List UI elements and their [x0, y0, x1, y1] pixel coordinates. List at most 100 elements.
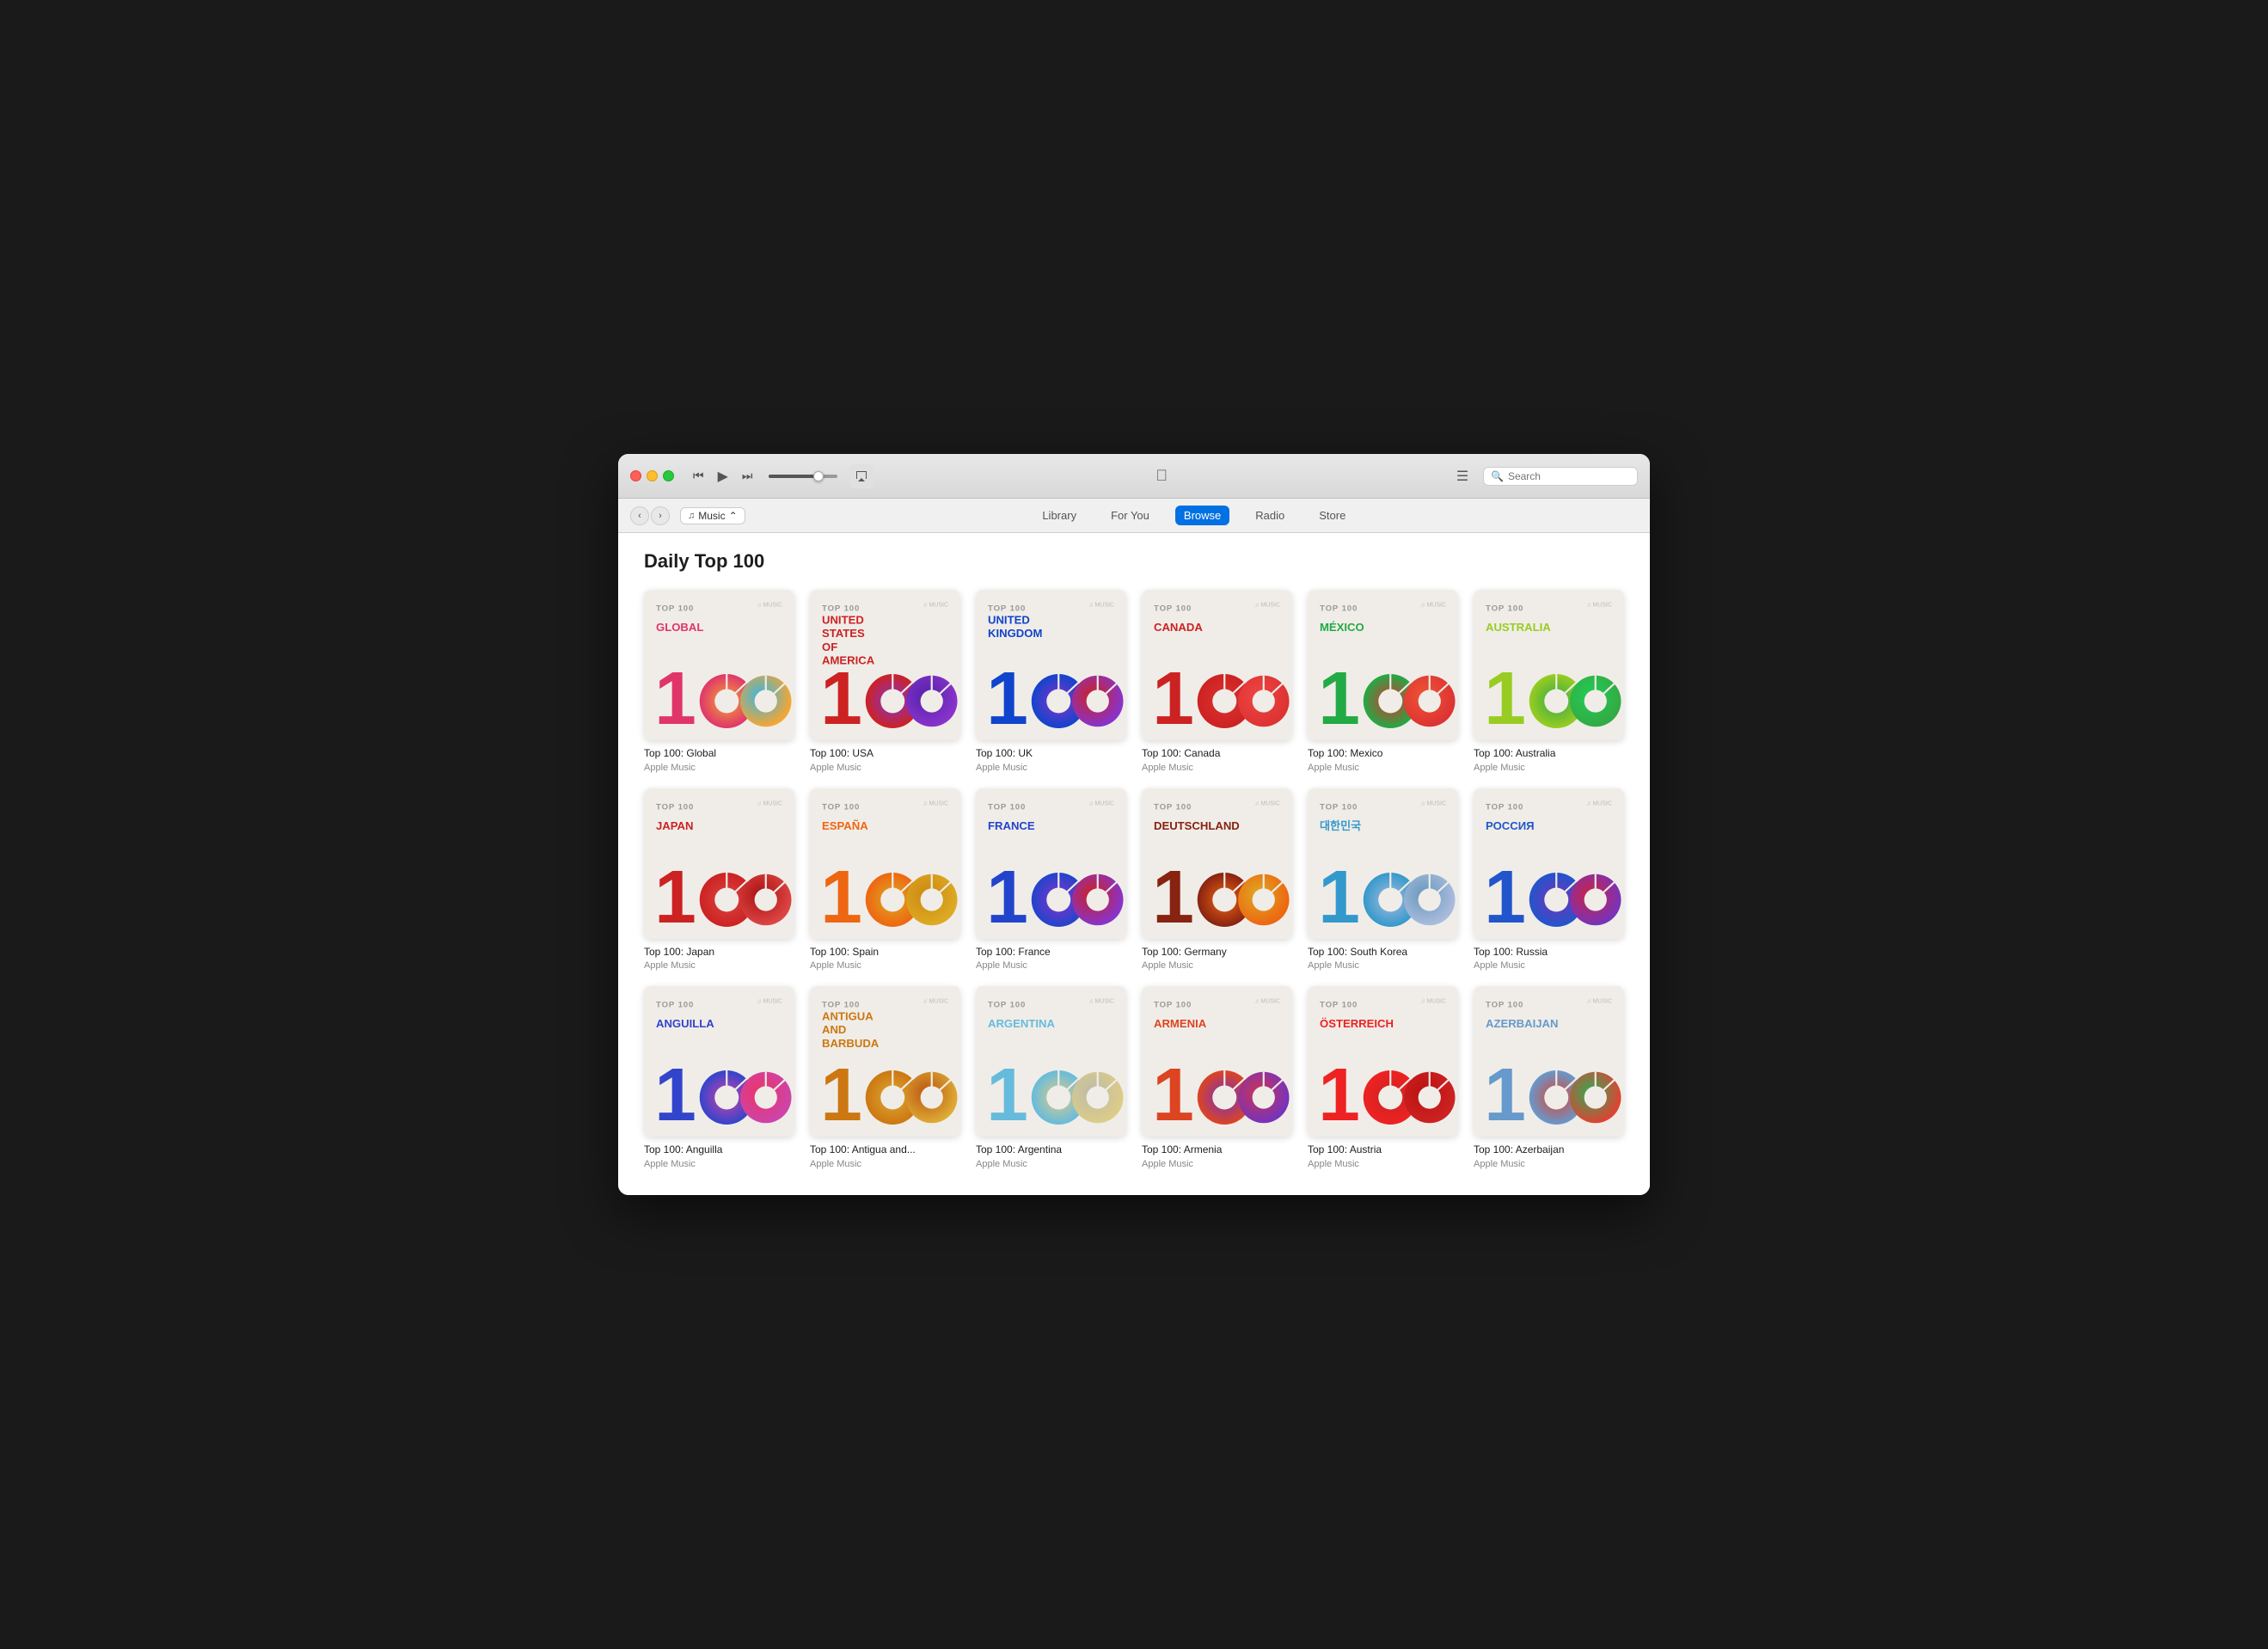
- svg-text:TOP 100: TOP 100: [1320, 604, 1358, 614]
- svg-text:TOP 100: TOP 100: [656, 802, 694, 812]
- playlist-artist: Apple Music: [1474, 1159, 1624, 1169]
- svg-text:♫ MUSIC: ♫ MUSIC: [1420, 800, 1446, 806]
- playlist-artist: Apple Music: [976, 960, 1126, 971]
- fast-forward-button[interactable]: ⏭: [739, 467, 757, 485]
- svg-text:GLOBAL: GLOBAL: [656, 621, 703, 634]
- playlist-name: Top 100: Antigua and...: [810, 1143, 960, 1157]
- svg-text:TOP 100: TOP 100: [988, 604, 1026, 614]
- search-input[interactable]: [1508, 470, 1628, 482]
- playlist-artwork: TOP 100♫ MUSICAUSTRALIA1: [1474, 590, 1624, 740]
- list-item[interactable]: TOP 100♫ MUSICРОССИЯ1Top 100: RussiaAppl…: [1474, 788, 1624, 972]
- list-item[interactable]: TOP 100♫ MUSICAUSTRALIA1Top 100: Austral…: [1474, 590, 1624, 773]
- volume-fill: [769, 475, 817, 478]
- svg-text:STATES: STATES: [822, 627, 865, 640]
- svg-text:♫ MUSIC: ♫ MUSIC: [1088, 800, 1114, 806]
- svg-text:♫ MUSIC: ♫ MUSIC: [1088, 602, 1114, 608]
- airplay-button[interactable]: [849, 464, 873, 488]
- playlist-name: Top 100: Japan: [644, 946, 794, 959]
- svg-text:TOP 100: TOP 100: [1154, 1001, 1192, 1010]
- svg-text:ANGUILLA: ANGUILLA: [656, 1017, 714, 1030]
- playlist-artwork: TOP 100♫ MUSICAZERBAIJAN1: [1474, 986, 1624, 1137]
- playlist-artwork: TOP 100♫ MUSICUNITEDKINGDOM1: [976, 590, 1126, 740]
- back-button[interactable]: ‹: [630, 506, 649, 525]
- svg-text:ARGENTINA: ARGENTINA: [988, 1017, 1055, 1030]
- playlist-artwork: TOP 100♫ MUSICMÉXICO1: [1308, 590, 1458, 740]
- tab-browse[interactable]: Browse: [1175, 506, 1229, 525]
- playlist-artwork: TOP 100♫ MUSICDEUTSCHLAND1: [1142, 788, 1292, 939]
- playlist-artist: Apple Music: [976, 1159, 1126, 1169]
- list-item[interactable]: TOP 100♫ MUSICFRANCE1Top 100: FranceAppl…: [976, 788, 1126, 972]
- svg-text:1: 1: [1318, 854, 1360, 938]
- playlist-artist: Apple Music: [1308, 763, 1458, 773]
- close-button[interactable]: [630, 470, 641, 481]
- playlist-name: Top 100: Germany: [1142, 946, 1292, 959]
- svg-text:ARMENIA: ARMENIA: [1154, 1017, 1207, 1030]
- list-item[interactable]: TOP 100♫ MUSICANGUILLA1Top 100: Anguilla…: [644, 986, 794, 1169]
- playlist-name: Top 100: Anguilla: [644, 1143, 794, 1157]
- list-item[interactable]: TOP 100♫ MUSICMÉXICO1Top 100: MexicoAppl…: [1308, 590, 1458, 773]
- list-item[interactable]: TOP 100♫ MUSICAZERBAIJAN1Top 100: Azerba…: [1474, 986, 1624, 1169]
- svg-text:BARBUDA: BARBUDA: [822, 1037, 880, 1050]
- search-box[interactable]: 🔍: [1483, 467, 1638, 486]
- list-item[interactable]: TOP 100♫ MUSICESPAÑA1Top 100: SpainApple…: [810, 788, 960, 972]
- tab-library[interactable]: Library: [1033, 506, 1085, 525]
- forward-button[interactable]: ›: [651, 506, 670, 525]
- svg-text:♫ MUSIC: ♫ MUSIC: [923, 999, 948, 1005]
- list-item[interactable]: TOP 100♫ MUSIC대한민국1Top 100: South KoreaA…: [1308, 788, 1458, 972]
- tab-radio[interactable]: Radio: [1247, 506, 1293, 525]
- svg-text:TOP 100: TOP 100: [1486, 1001, 1523, 1010]
- svg-text:KINGDOM: KINGDOM: [988, 627, 1042, 640]
- svg-text:1: 1: [986, 656, 1028, 740]
- playlist-artwork: TOP 100♫ MUSICARGENTINA1: [976, 986, 1126, 1137]
- tab-for-you[interactable]: For You: [1102, 506, 1158, 525]
- music-note-icon: ♫: [688, 511, 695, 521]
- svg-text:ESPAÑA: ESPAÑA: [822, 819, 868, 832]
- list-item[interactable]: TOP 100♫ MUSICARMENIA1Top 100: ArmeniaAp…: [1142, 986, 1292, 1169]
- minimize-button[interactable]: [647, 470, 658, 481]
- list-item[interactable]: TOP 100♫ MUSICARGENTINA1Top 100: Argenti…: [976, 986, 1126, 1169]
- list-item[interactable]: TOP 100♫ MUSICCANADA1Top 100: CanadaAppl…: [1142, 590, 1292, 773]
- svg-text:1: 1: [820, 656, 862, 740]
- music-selector[interactable]: ♫ Music ⌃: [680, 507, 745, 524]
- svg-text:TOP 100: TOP 100: [1154, 802, 1192, 812]
- svg-text:CANADA: CANADA: [1154, 621, 1203, 634]
- rewind-button[interactable]: ⏮: [690, 467, 708, 485]
- play-button[interactable]: ▶: [714, 466, 732, 487]
- svg-text:♫ MUSIC: ♫ MUSIC: [1586, 800, 1612, 806]
- volume-slider[interactable]: [769, 475, 837, 478]
- list-item[interactable]: TOP 100♫ MUSICUNITEDSTATESOFAMERICA1Top …: [810, 590, 960, 773]
- playlist-artwork: TOP 100♫ MUSICJAPAN1: [644, 788, 794, 939]
- svg-text:1: 1: [1152, 1052, 1194, 1137]
- svg-text:TOP 100: TOP 100: [988, 1001, 1026, 1010]
- svg-text:♫ MUSIC: ♫ MUSIC: [1586, 999, 1612, 1005]
- svg-text:1: 1: [1318, 1052, 1360, 1137]
- navbar: ‹ › ♫ Music ⌃ Library For You Browse Rad…: [618, 499, 1650, 533]
- list-item[interactable]: TOP 100♫ MUSICGLOBAL1Top 100: GlobalAppl…: [644, 590, 794, 773]
- list-view-button[interactable]: ☰: [1450, 464, 1474, 488]
- list-item[interactable]: TOP 100♫ MUSICJAPAN1Top 100: JapanApple …: [644, 788, 794, 972]
- fullscreen-button[interactable]: [663, 470, 674, 481]
- tab-store[interactable]: Store: [1310, 506, 1354, 525]
- playlist-artwork: TOP 100♫ MUSIC대한민국1: [1308, 788, 1458, 939]
- playlist-artist: Apple Music: [810, 960, 960, 971]
- svg-text:♫ MUSIC: ♫ MUSIC: [1088, 999, 1114, 1005]
- svg-text:1: 1: [654, 854, 696, 938]
- list-item[interactable]: TOP 100♫ MUSICANTIGUAANDBARBUDA1 Top 100:…: [810, 986, 960, 1169]
- list-item[interactable]: TOP 100♫ MUSICÖSTERREICH1Top 100: Austri…: [1308, 986, 1458, 1169]
- playlist-artist: Apple Music: [1308, 1159, 1458, 1169]
- list-item[interactable]: TOP 100♫ MUSICUNITEDKINGDOM1Top 100: UKA…: [976, 590, 1126, 773]
- svg-text:1: 1: [1484, 656, 1526, 740]
- svg-text:♫ MUSIC: ♫ MUSIC: [757, 999, 782, 1005]
- playlist-artist: Apple Music: [644, 1159, 794, 1169]
- playlist-name: Top 100: Azerbaijan: [1474, 1143, 1624, 1157]
- svg-text:TOP 100: TOP 100: [1486, 802, 1523, 812]
- list-item[interactable]: TOP 100♫ MUSICDEUTSCHLAND1Top 100: Germa…: [1142, 788, 1292, 972]
- playlist-name: Top 100: Spain: [810, 946, 960, 959]
- nav-tabs: Library For You Browse Radio Store: [751, 506, 1638, 525]
- playlist-name: Top 100: Armenia: [1142, 1143, 1292, 1157]
- playlist-artist: Apple Music: [644, 763, 794, 773]
- playlist-artwork: TOP 100♫ MUSICANTIGUAANDBARBUDA1: [810, 986, 960, 1137]
- playlist-artist: Apple Music: [1142, 960, 1292, 971]
- svg-text:♫ MUSIC: ♫ MUSIC: [1254, 800, 1280, 806]
- svg-text:1: 1: [654, 1052, 696, 1137]
